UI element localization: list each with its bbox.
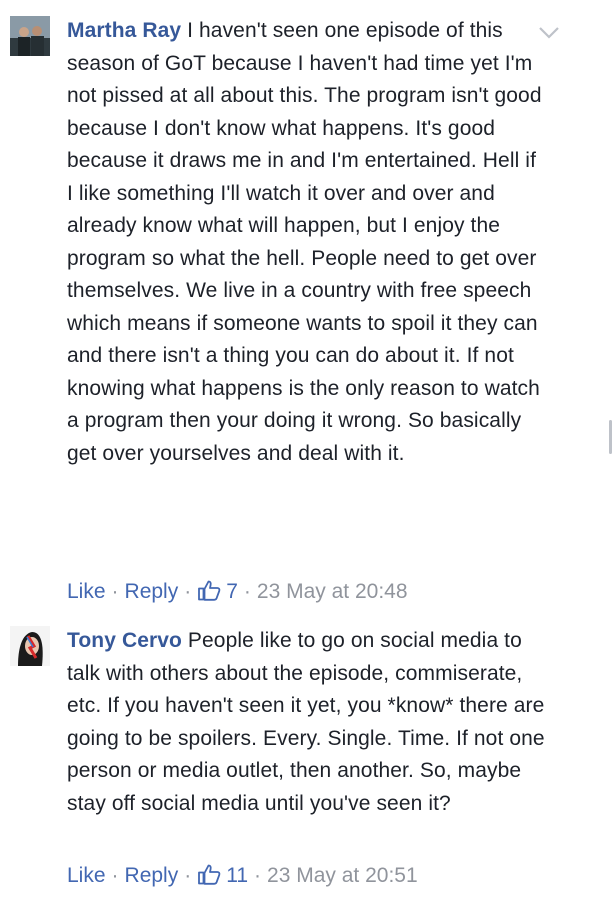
separator: · xyxy=(111,580,119,603)
separator: · xyxy=(254,864,262,887)
thumbs-up-icon xyxy=(198,580,221,601)
comment-text: Martha Ray I haven't seen one episode of… xyxy=(67,15,545,470)
comment-timestamp[interactable]: 23 May at 20:51 xyxy=(267,864,418,887)
avatar[interactable] xyxy=(10,16,50,56)
comment-text: Tony Cervo People like to go on social m… xyxy=(67,625,545,820)
comment-message: I haven't seen one episode of this seaso… xyxy=(67,19,542,465)
comment-timestamp[interactable]: 23 May at 20:48 xyxy=(257,580,408,603)
separator: · xyxy=(111,864,119,887)
comment-body: Tony Cervo People like to go on social m… xyxy=(67,625,545,820)
comment-actions: Like · Reply · 11 · 23 May at 20:51 xyxy=(67,861,418,891)
reaction-count[interactable]: 11 xyxy=(197,864,248,887)
thumbs-up-icon xyxy=(198,864,221,885)
separator: · xyxy=(184,864,192,887)
like-count: 11 xyxy=(226,864,249,887)
comment-author[interactable]: Tony Cervo xyxy=(67,629,182,652)
avatar[interactable] xyxy=(10,626,50,666)
like-button[interactable]: Like xyxy=(67,864,106,887)
like-count: 7 xyxy=(226,580,238,603)
reply-button[interactable]: Reply xyxy=(125,580,179,603)
comment-author[interactable]: Martha Ray xyxy=(67,19,181,42)
comment-message: People like to go on social media to tal… xyxy=(67,629,545,815)
reply-button[interactable]: Reply xyxy=(125,864,179,887)
comment-body: Martha Ray I haven't seen one episode of… xyxy=(67,15,545,470)
separator: · xyxy=(184,580,192,603)
separator: · xyxy=(243,580,251,603)
chevron-down-icon[interactable] xyxy=(538,26,560,40)
reaction-count[interactable]: 7 xyxy=(197,580,238,603)
comment-actions: Like · Reply · 7 · 23 May at 20:48 xyxy=(67,577,408,607)
like-button[interactable]: Like xyxy=(67,580,106,603)
